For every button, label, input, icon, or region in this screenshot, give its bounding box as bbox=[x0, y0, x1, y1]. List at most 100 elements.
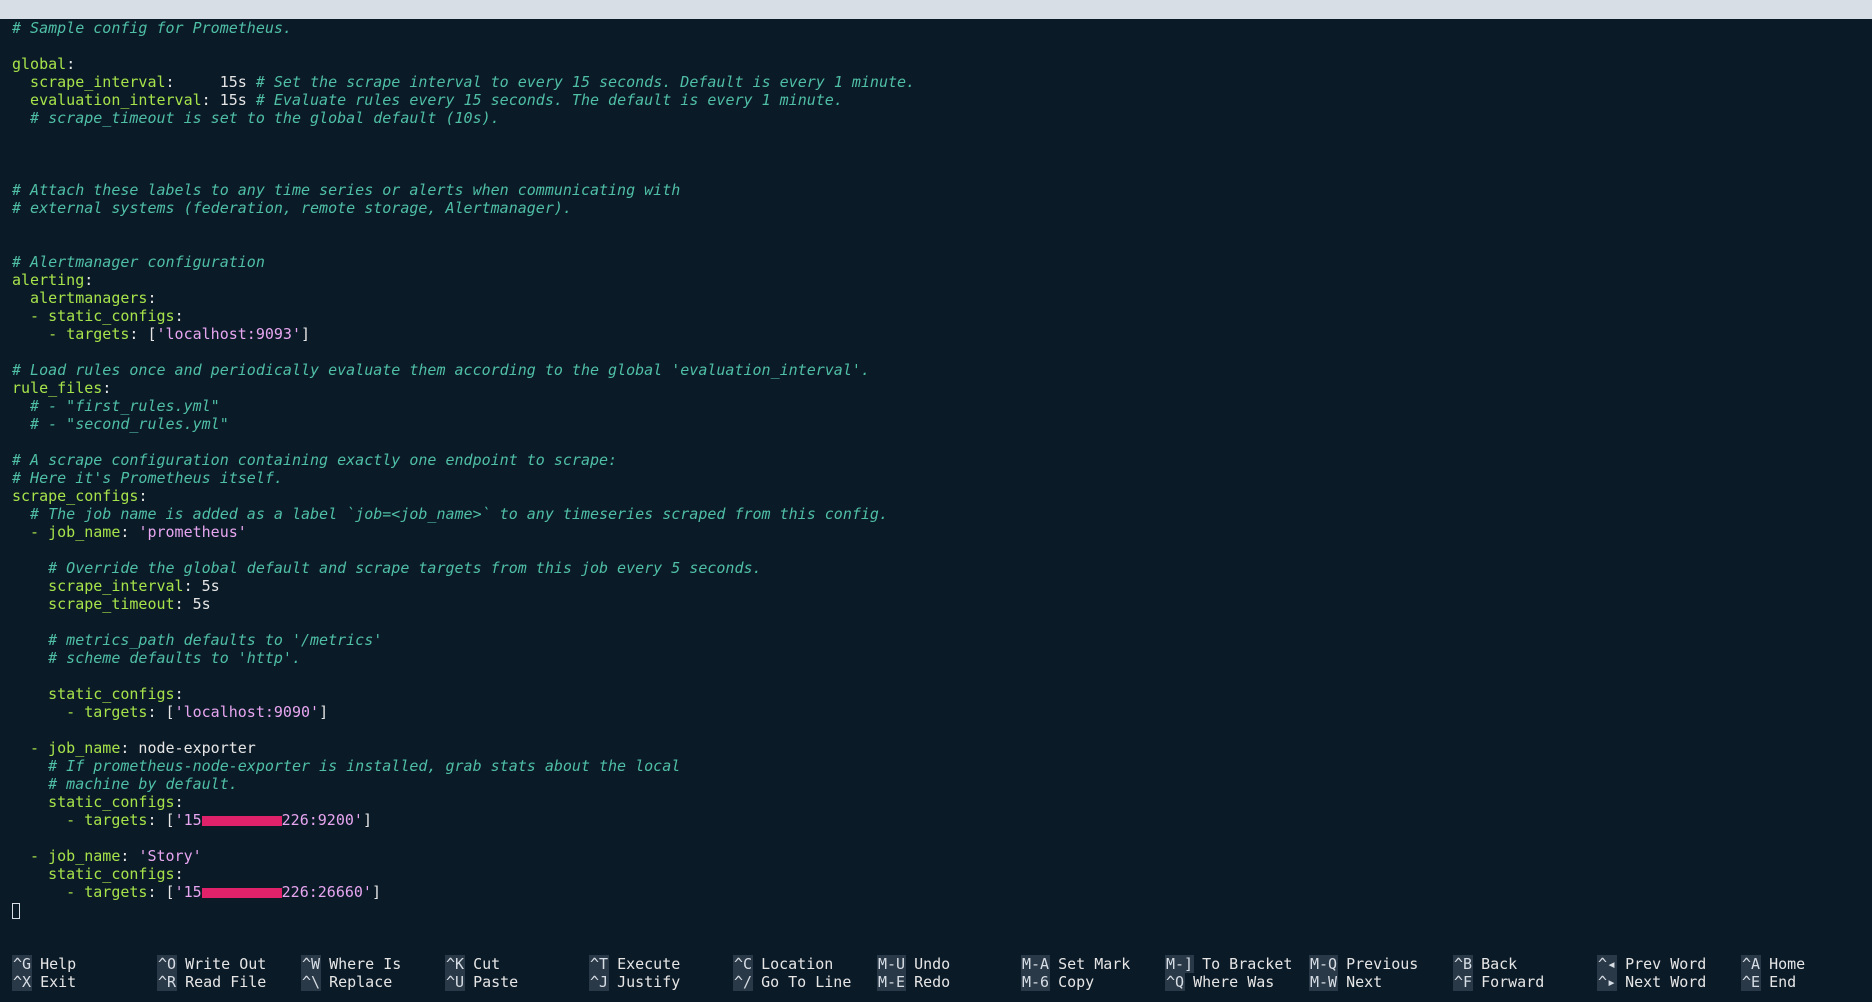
editor-line[interactable]: - targets: ['15 226:9200'] bbox=[12, 811, 1862, 829]
shortcut-redo[interactable]: M-E Redo bbox=[877, 973, 950, 991]
code-token: targets bbox=[66, 325, 130, 343]
editor-line[interactable] bbox=[12, 235, 1862, 253]
editor-line[interactable]: - static_configs: bbox=[12, 307, 1862, 325]
editor-line[interactable]: - targets: ['15 226:26660'] bbox=[12, 883, 1862, 901]
shortcut-key: M-] bbox=[1165, 955, 1195, 973]
editor-line[interactable]: - targets: ['localhost:9090'] bbox=[12, 703, 1862, 721]
editor-line[interactable]: # Here it's Prometheus itself. bbox=[12, 469, 1862, 487]
code-token: # - "first_rules.yml" bbox=[12, 397, 220, 415]
editor-line[interactable]: # scheme defaults to 'http'. bbox=[12, 649, 1862, 667]
shortcut-next-word[interactable]: ^▸ Next Word bbox=[1597, 973, 1706, 991]
code-token: - bbox=[12, 703, 85, 721]
shortcut-where-is[interactable]: ^W Where Is bbox=[301, 955, 401, 973]
editor-line[interactable]: # scrape_timeout is set to the global de… bbox=[12, 109, 1862, 127]
code-token: # A scrape configuration containing exac… bbox=[12, 451, 618, 469]
shortcut-key: M-E bbox=[877, 973, 907, 991]
shortcut-read-file[interactable]: ^R Read File bbox=[157, 973, 266, 991]
editor-line[interactable]: scrape_interval: 5s bbox=[12, 577, 1862, 595]
editor-line[interactable] bbox=[12, 37, 1862, 55]
editor-line[interactable]: global: bbox=[12, 55, 1862, 73]
editor-line[interactable]: # - "first_rules.yml" bbox=[12, 397, 1862, 415]
editor-line[interactable]: # A scrape configuration containing exac… bbox=[12, 451, 1862, 469]
code-token: # metrics_path defaults to '/metrics' bbox=[12, 631, 383, 649]
shortcut-next[interactable]: M-W Next bbox=[1309, 973, 1382, 991]
code-token: - bbox=[12, 883, 85, 901]
editor-line[interactable]: rule_files: bbox=[12, 379, 1862, 397]
code-token: job_name bbox=[48, 739, 121, 757]
shortcut-replace[interactable]: ^\ Replace bbox=[301, 973, 392, 991]
shortcut-key: ^O bbox=[157, 955, 178, 973]
shortcut-justify[interactable]: ^J Justify bbox=[589, 973, 680, 991]
editor-line[interactable]: # If prometheus-node-exporter is install… bbox=[12, 757, 1862, 775]
shortcut-end[interactable]: ^E End bbox=[1741, 973, 1796, 991]
editor-buffer[interactable]: # Sample config for Prometheus. global: s… bbox=[12, 19, 1862, 919]
code-token: # Load rules once and periodically evalu… bbox=[12, 361, 870, 379]
editor-line[interactable]: # Alertmanager configuration bbox=[12, 253, 1862, 271]
shortcut-back[interactable]: ^B Back bbox=[1453, 955, 1517, 973]
code-token: : bbox=[84, 271, 94, 289]
editor-line[interactable] bbox=[12, 217, 1862, 235]
editor-line[interactable] bbox=[12, 433, 1862, 451]
editor-line[interactable] bbox=[12, 163, 1862, 181]
shortcut-paste[interactable]: ^U Paste bbox=[445, 973, 518, 991]
editor-line[interactable] bbox=[12, 145, 1862, 163]
editor-line[interactable] bbox=[12, 721, 1862, 739]
shortcut-location[interactable]: ^C Location bbox=[733, 955, 833, 973]
editor-line[interactable]: # - "second_rules.yml" bbox=[12, 415, 1862, 433]
shortcut-execute[interactable]: ^T Execute bbox=[589, 955, 680, 973]
shortcut-go-to-line[interactable]: ^/ Go To Line bbox=[733, 973, 851, 991]
editor-line[interactable] bbox=[12, 541, 1862, 559]
shortcut-key: ^C bbox=[733, 955, 754, 973]
editor-line[interactable] bbox=[12, 667, 1862, 685]
editor-line[interactable] bbox=[12, 829, 1862, 847]
editor-line[interactable]: # metrics_path defaults to '/metrics' bbox=[12, 631, 1862, 649]
shortcut-key: M-6 bbox=[1021, 973, 1051, 991]
editor-line[interactable]: - job_name: 'Story' bbox=[12, 847, 1862, 865]
editor-line[interactable]: scrape_configs: bbox=[12, 487, 1862, 505]
shortcut-cut[interactable]: ^K Cut bbox=[445, 955, 500, 973]
editor-line[interactable]: scrape_timeout: 5s bbox=[12, 595, 1862, 613]
shortcut-label: Home bbox=[1769, 955, 1806, 973]
editor-line[interactable] bbox=[12, 613, 1862, 631]
editor-line[interactable]: # The job name is added as a label `job=… bbox=[12, 505, 1862, 523]
shortcut-key: ^Q bbox=[1165, 973, 1186, 991]
editor-line[interactable]: alertmanagers: bbox=[12, 289, 1862, 307]
code-token: alerting bbox=[12, 271, 85, 289]
shortcut-where-was[interactable]: ^Q Where Was bbox=[1165, 973, 1274, 991]
shortcut-previous[interactable]: M-Q Previous bbox=[1309, 955, 1418, 973]
shortcut-label: To Bracket bbox=[1202, 955, 1293, 973]
shortcut-exit[interactable]: ^X Exit bbox=[12, 973, 76, 991]
editor-line[interactable]: - targets: ['localhost:9093'] bbox=[12, 325, 1862, 343]
editor-line[interactable]: # machine by default. bbox=[12, 775, 1862, 793]
editor-line[interactable]: static_configs: bbox=[12, 865, 1862, 883]
shortcut-home[interactable]: ^A Home bbox=[1741, 955, 1805, 973]
shortcut-write-out[interactable]: ^O Write Out bbox=[157, 955, 266, 973]
shortcut-set-mark[interactable]: M-A Set Mark bbox=[1021, 955, 1130, 973]
editor-line[interactable]: # external systems (federation, remote s… bbox=[12, 199, 1862, 217]
editor-line[interactable]: # Load rules once and periodically evalu… bbox=[12, 361, 1862, 379]
editor-line[interactable]: # Sample config for Prometheus. bbox=[12, 19, 1862, 37]
editor-line[interactable] bbox=[12, 127, 1862, 145]
shortcut-label: End bbox=[1769, 973, 1797, 991]
shortcut-prev-word[interactable]: ^◂ Prev Word bbox=[1597, 955, 1706, 973]
code-token: : bbox=[147, 289, 157, 307]
editor-line[interactable]: - job_name: 'prometheus' bbox=[12, 523, 1862, 541]
editor-line[interactable]: evaluation_interval: 15s # Evaluate rule… bbox=[12, 91, 1862, 109]
redaction-mark bbox=[201, 887, 282, 898]
editor-line[interactable]: static_configs: bbox=[12, 685, 1862, 703]
shortcut-label: Execute bbox=[617, 955, 681, 973]
editor-line[interactable]: # Attach these labels to any time series… bbox=[12, 181, 1862, 199]
shortcut-key: ^\ bbox=[301, 973, 322, 991]
editor-line[interactable]: scrape_interval: 15s # Set the scrape in… bbox=[12, 73, 1862, 91]
shortcut-to-bracket[interactable]: M-] To Bracket bbox=[1165, 955, 1292, 973]
shortcut-help[interactable]: ^G Help bbox=[12, 955, 76, 973]
shortcut-undo[interactable]: M-U Undo bbox=[877, 955, 950, 973]
editor-line[interactable] bbox=[12, 901, 1862, 919]
editor-line[interactable]: alerting: bbox=[12, 271, 1862, 289]
editor-line[interactable]: # Override the global default and scrape… bbox=[12, 559, 1862, 577]
shortcut-copy[interactable]: M-6 Copy bbox=[1021, 973, 1094, 991]
shortcut-forward[interactable]: ^F Forward bbox=[1453, 973, 1544, 991]
editor-line[interactable]: static_configs: bbox=[12, 793, 1862, 811]
editor-line[interactable] bbox=[12, 343, 1862, 361]
editor-line[interactable]: - job_name: node-exporter bbox=[12, 739, 1862, 757]
